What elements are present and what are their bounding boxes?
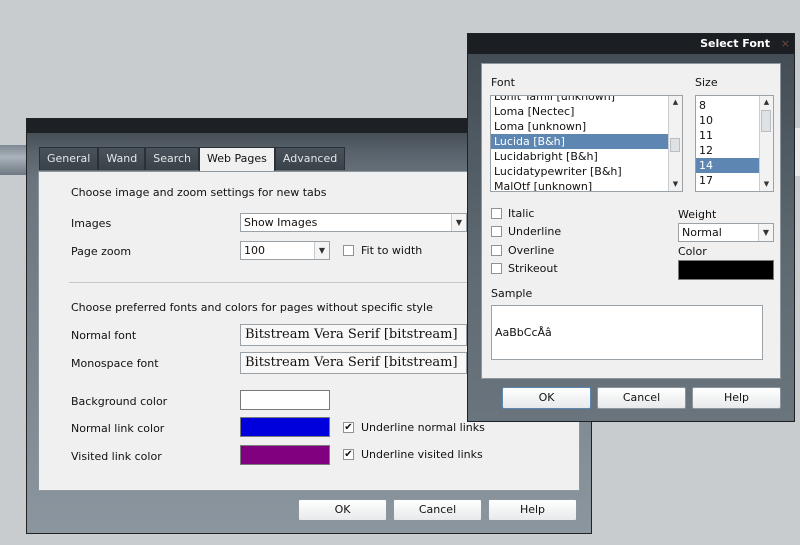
weight-select[interactable]: Normal ▼ [678, 223, 774, 242]
tab-wand[interactable]: Wand [98, 147, 146, 170]
sample-text: AaBbCcÅâ [495, 326, 552, 339]
visited-link-color-swatch[interactable] [240, 445, 330, 465]
scroll-thumb[interactable] [761, 110, 771, 132]
overline-checkbox[interactable] [491, 245, 502, 256]
font-list-item[interactable]: MalOtf [unknown] [491, 179, 671, 191]
font-ok-button[interactable]: OK [502, 387, 591, 409]
page-zoom-combo[interactable]: 100 ▼ [240, 241, 330, 260]
normal-link-color-swatch[interactable] [240, 417, 330, 437]
underline-visited-links-label: Underline visited links [361, 448, 483, 461]
monospace-font-label: Monospace font [71, 357, 159, 370]
chevron-down-icon: ▼ [314, 242, 329, 259]
size-list-item[interactable]: 8 [696, 98, 760, 113]
font-list-item[interactable]: Lucidabright [B&h] [491, 149, 671, 164]
font-list-item[interactable]: Loma [unknown] [491, 119, 671, 134]
close-icon[interactable]: × [781, 37, 790, 50]
ok-button[interactable]: OK [298, 499, 387, 521]
overline-label: Overline [508, 244, 555, 257]
zoom-settings-heading: Choose image and zoom settings for new t… [71, 186, 327, 199]
size-list-item[interactable]: 10 [696, 113, 760, 128]
tab-bar: General Wand Search Web Pages Advanced [39, 147, 346, 172]
strikeout-checkbox[interactable] [491, 263, 502, 274]
underline-normal-links-checkbox[interactable]: ✔ [343, 422, 354, 433]
font-list[interactable]: Lohit Tamil [unknown] Loma [Nectec] Loma… [490, 95, 683, 192]
size-list-item-selected[interactable]: 14 [696, 158, 760, 173]
page-zoom-label: Page zoom [71, 245, 132, 258]
scroll-up-icon[interactable]: ▲ [669, 96, 682, 109]
scroll-down-icon[interactable]: ▼ [760, 178, 773, 191]
normal-font-button[interactable]: Bitstream Vera Serif [bitstream] [240, 324, 467, 346]
normal-link-color-label: Normal link color [71, 422, 165, 435]
tab-search[interactable]: Search [145, 147, 200, 170]
font-list-item-selected[interactable]: Lucida [B&h] [491, 134, 671, 149]
chevron-down-icon: ▼ [451, 214, 466, 231]
cancel-button[interactable]: Cancel [393, 499, 482, 521]
underline-label: Underline [508, 225, 562, 238]
font-list-item[interactable]: Loma [Nectec] [491, 104, 671, 119]
size-list-item[interactable]: 12 [696, 143, 760, 158]
size-list[interactable]: 8 10 11 12 14 17 18 ▲ ▼ [695, 95, 774, 192]
tab-advanced[interactable]: Advanced [274, 147, 346, 170]
tab-general[interactable]: General [39, 147, 99, 170]
strikeout-label: Strikeout [508, 262, 558, 275]
font-list-item[interactable]: Lohit Tamil [unknown] [491, 96, 671, 104]
images-select[interactable]: Show Images ▼ [240, 213, 467, 232]
scroll-up-icon[interactable]: ▲ [760, 96, 773, 109]
size-list-scrollbar[interactable]: ▲ ▼ [759, 96, 773, 191]
font-list-item[interactable]: Lucidatypewriter [B&h] [491, 164, 671, 179]
underline-checkbox[interactable] [491, 226, 502, 237]
select-font-panel: Font Size Lohit Tamil [unknown] Loma [Ne… [481, 63, 781, 379]
fonts-colors-heading: Choose preferred fonts and colors for pa… [71, 301, 433, 314]
underline-visited-links-checkbox[interactable]: ✔ [343, 449, 354, 460]
normal-font-label: Normal font [71, 329, 137, 342]
monospace-font-button[interactable]: Bitstream Vera Serif [bitstream] [240, 352, 467, 374]
italic-label: Italic [508, 207, 535, 220]
visited-link-color-label: Visited link color [71, 450, 162, 463]
select-font-titlebar: Select Font [468, 34, 794, 54]
images-label: Images [71, 217, 112, 230]
weight-label: Weight [678, 208, 717, 221]
desktop-window-edge-left [0, 145, 28, 175]
size-list-item[interactable]: 11 [696, 128, 760, 143]
images-select-value: Show Images [244, 216, 318, 229]
tab-web-pages[interactable]: Web Pages [199, 147, 275, 172]
select-font-title: Select Font [700, 37, 770, 50]
font-help-button[interactable]: Help [692, 387, 781, 409]
underline-normal-links-label: Underline normal links [361, 421, 485, 434]
font-color-swatch[interactable] [678, 260, 774, 280]
size-list-item[interactable]: 17 [696, 173, 760, 188]
scroll-down-icon[interactable]: ▼ [669, 178, 682, 191]
weight-select-value: Normal [682, 226, 722, 239]
sample-preview: AaBbCcÅâ [491, 305, 763, 360]
font-cancel-button[interactable]: Cancel [597, 387, 686, 409]
select-font-dialog: Select Font × Font Size Lohit Tamil [unk… [467, 33, 795, 422]
sample-label: Sample [491, 287, 533, 300]
background-color-swatch[interactable] [240, 390, 330, 410]
font-list-label: Font [491, 76, 515, 89]
color-label: Color [678, 245, 707, 258]
help-button[interactable]: Help [488, 499, 577, 521]
chevron-down-icon: ▼ [758, 224, 773, 241]
size-list-item[interactable]: 18 [696, 188, 760, 191]
fit-to-width-checkbox[interactable] [343, 245, 354, 256]
page-zoom-value: 100 [244, 244, 265, 257]
fit-to-width-label: Fit to width [361, 244, 423, 257]
font-list-scrollbar[interactable]: ▲ ▼ [668, 96, 682, 191]
italic-checkbox[interactable] [491, 208, 502, 219]
background-color-label: Background color [71, 395, 168, 408]
size-list-label: Size [695, 76, 718, 89]
scroll-thumb[interactable] [670, 138, 680, 152]
